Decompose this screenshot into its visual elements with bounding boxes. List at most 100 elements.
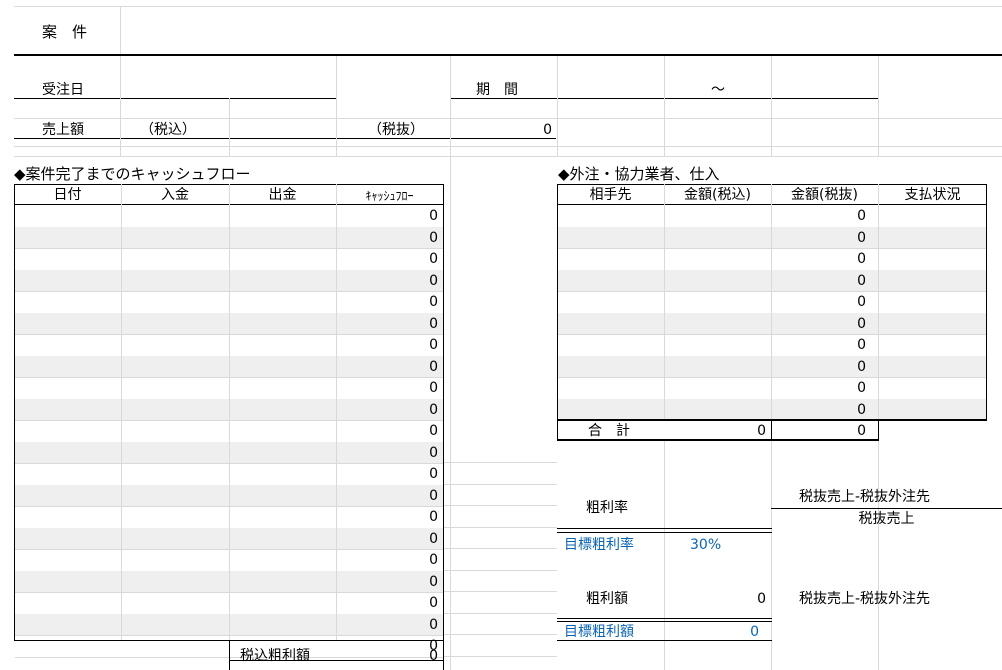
outsource-excl-value[interactable]: 0 xyxy=(771,251,866,267)
cashflow-value[interactable]: 0 xyxy=(336,230,438,246)
sales-excl-value[interactable]: 0 xyxy=(450,122,552,138)
outsource-excl-value[interactable]: 0 xyxy=(771,294,866,310)
table-border xyxy=(14,184,15,640)
outsource-excl-value[interactable]: 0 xyxy=(771,402,866,418)
cashflow-value[interactable]: 0 xyxy=(336,574,438,590)
outsource-excl-value[interactable]: 0 xyxy=(771,208,866,224)
gross-rate-cell[interactable] xyxy=(664,488,770,528)
col-header-amount-excl: 金額(税抜) xyxy=(791,187,858,203)
cashflow-value[interactable]: 0 xyxy=(336,380,438,396)
cashflow-value[interactable]: 0 xyxy=(336,294,438,310)
grid-line xyxy=(771,184,772,420)
grid-line xyxy=(444,655,557,657)
grid-line xyxy=(336,184,337,640)
grid-line xyxy=(664,56,665,156)
period-end-cell[interactable] xyxy=(772,78,878,98)
double-line xyxy=(557,532,772,533)
cashflow-value[interactable]: 0 xyxy=(336,552,438,568)
sales-incl-cell[interactable] xyxy=(229,118,335,138)
period-label: 期 間 xyxy=(476,82,518,98)
col-header-expense: 出金 xyxy=(268,187,297,203)
grid-line xyxy=(121,184,122,640)
order-date-cell[interactable] xyxy=(121,78,335,98)
table-border xyxy=(557,439,879,441)
grid-line xyxy=(444,634,557,635)
grid-line xyxy=(444,526,557,528)
gross-amount-value[interactable]: 0 xyxy=(664,591,766,607)
cashflow-value[interactable]: 0 xyxy=(336,316,438,332)
grid-line xyxy=(878,56,879,156)
grid-line xyxy=(120,56,121,156)
grid-line xyxy=(444,483,557,485)
grid-line xyxy=(229,184,230,640)
gross-rate-formula-numerator: 税抜売上-税抜外注先 xyxy=(799,489,931,505)
gross-profit-incl-value[interactable]: 0 xyxy=(336,648,438,664)
cashflow-value[interactable]: 0 xyxy=(336,509,438,525)
outsource-excl-value[interactable]: 0 xyxy=(771,316,866,332)
col-header-cashflow: ｷｬｯｼｭﾌﾛｰ xyxy=(365,189,414,203)
cashflow-value[interactable]: 0 xyxy=(336,466,438,482)
grid-line xyxy=(444,505,557,506)
outsource-excl-value[interactable]: 0 xyxy=(771,337,866,353)
underline xyxy=(557,640,772,641)
outsource-excl-value[interactable]: 0 xyxy=(771,380,866,396)
underline xyxy=(14,138,556,139)
cashflow-value[interactable]: 0 xyxy=(336,359,438,375)
total-excl-value[interactable]: 0 xyxy=(771,423,866,439)
grid-line xyxy=(878,441,879,670)
table-border xyxy=(557,419,987,421)
cashflow-value[interactable]: 0 xyxy=(336,617,438,633)
outsource-excl-value[interactable]: 0 xyxy=(771,273,866,289)
gross-profit-incl-label: 税込粗利額 xyxy=(240,648,310,664)
grid-line xyxy=(444,548,557,549)
table-border xyxy=(557,184,558,440)
table-border xyxy=(229,660,444,661)
double-line xyxy=(557,621,772,622)
cashflow-value[interactable]: 0 xyxy=(336,488,438,504)
double-line xyxy=(557,528,772,529)
gross-amount-label: 粗利額 xyxy=(586,591,628,607)
table-border xyxy=(986,184,987,420)
grid-line xyxy=(450,56,451,156)
cashflow-value[interactable]: 0 xyxy=(336,423,438,439)
tax-excluded-label: （税抜） xyxy=(368,122,424,138)
table-border xyxy=(229,640,230,670)
grid-line xyxy=(771,56,772,156)
gross-amount-formula: 税抜売上-税抜外注先 xyxy=(799,591,931,607)
cashflow-value[interactable]: 0 xyxy=(336,402,438,418)
col-header-income: 入金 xyxy=(161,187,189,203)
outsource-title: ◆外注・協力業者、仕入 xyxy=(558,165,720,183)
outsource-excl-value[interactable]: 0 xyxy=(771,359,866,375)
gross-rate-formula-denominator: 税抜売上 xyxy=(858,511,915,527)
underline xyxy=(14,98,336,99)
target-amount-value[interactable]: 0 xyxy=(664,624,759,640)
case-name-cell[interactable] xyxy=(121,7,1001,53)
target-rate-value[interactable]: 30% xyxy=(690,537,721,553)
grid-line xyxy=(664,184,665,420)
tax-included-label: （税込） xyxy=(140,122,196,138)
col-header-payment-status: 支払状況 xyxy=(904,187,961,203)
grid-line xyxy=(14,118,1002,119)
cashflow-value[interactable]: 0 xyxy=(336,337,438,353)
outsource-excl-value[interactable]: 0 xyxy=(771,230,866,246)
grid-line xyxy=(771,441,772,670)
period-separator: ～ xyxy=(711,82,725,98)
grid-line xyxy=(444,591,557,592)
grid-line xyxy=(444,462,557,463)
cashflow-value[interactable]: 0 xyxy=(336,445,438,461)
grid-line xyxy=(557,56,558,156)
cashflow-value[interactable]: 0 xyxy=(336,595,438,611)
sales-label: 売上額 xyxy=(42,122,84,138)
cashflow-value[interactable]: 0 xyxy=(336,208,438,224)
grid-line xyxy=(229,98,230,156)
cashflow-value[interactable]: 0 xyxy=(336,273,438,289)
table-border xyxy=(443,184,444,670)
period-start-cell[interactable] xyxy=(558,78,664,98)
cashflow-value[interactable]: 0 xyxy=(336,251,438,267)
grid-line xyxy=(14,156,1002,157)
cashflow-title: ◆案件完了までのキャッシュフロー xyxy=(14,165,251,183)
col-header-amount-incl: 金額(税込) xyxy=(684,187,751,203)
total-incl-value[interactable]: 0 xyxy=(664,423,766,439)
grid-line xyxy=(450,156,451,670)
cashflow-value[interactable]: 0 xyxy=(336,531,438,547)
